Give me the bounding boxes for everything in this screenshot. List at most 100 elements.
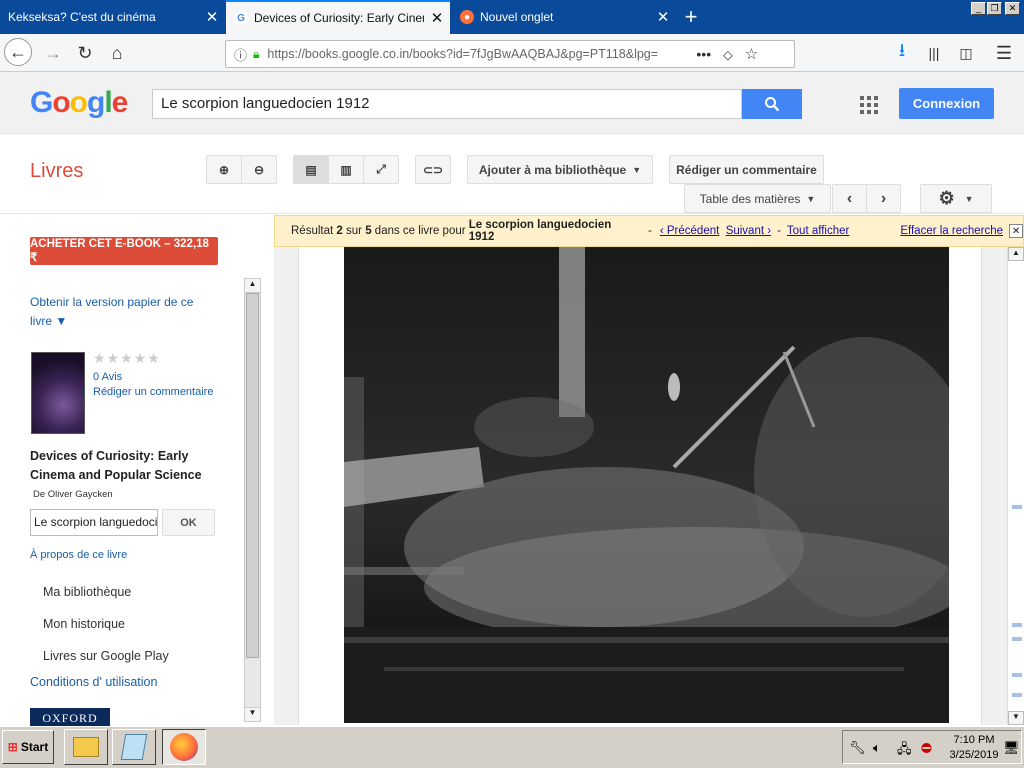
address-bar[interactable]: ⓘ 🔒︎ https://books.google.co.in/books?id… [225, 40, 795, 68]
google-logo[interactable]: Google [30, 86, 128, 120]
clock-date[interactable]: 3/25/2019 [946, 749, 1002, 761]
forward-button[interactable]: → [39, 39, 67, 67]
file-explorer-icon[interactable] [64, 729, 108, 765]
scroll-up-icon[interactable]: ▲ [1008, 247, 1024, 261]
search-button[interactable] [742, 89, 802, 119]
write-review-button[interactable]: Rédiger un commentaire [669, 155, 824, 184]
search-hit-marker[interactable] [1012, 673, 1022, 677]
library-icon[interactable]: ||| [920, 39, 948, 67]
close-icon[interactable]: ✕ [650, 8, 676, 26]
home-button[interactable]: ⌂ [103, 39, 131, 67]
desktop-icon[interactable]: 🖥︎ [1003, 740, 1020, 756]
window-close-button[interactable]: ✕ [1005, 2, 1020, 15]
result-sur: sur [346, 225, 362, 237]
sidebar-icon[interactable]: ◫ [952, 39, 980, 67]
tab-new[interactable]: ● Nouvel onglet ✕ [452, 0, 676, 34]
result-current: 2 [336, 225, 343, 237]
system-tray: 🔧︎ 🔈︎ 🖧 ⛔︎ 7:10 PM 3/25/2019 🖥︎ [842, 730, 1022, 764]
result-prefix: Résultat [291, 225, 334, 237]
chevron-right-icon: › [880, 189, 887, 207]
zoom-out-button[interactable]: ⊖ [241, 155, 277, 184]
maximize-button[interactable]: ❐ [987, 2, 1002, 15]
gear-icon: ⚙ [938, 188, 955, 208]
tools-icon[interactable]: 🔧︎ [849, 740, 866, 756]
security-icon[interactable]: ⛔︎ [921, 740, 932, 756]
menu-icon[interactable]: ☰ [990, 39, 1018, 67]
terms-link[interactable]: Conditions d' utilisation [30, 675, 157, 689]
chevron-down-icon: ▼ [964, 193, 974, 204]
search-hit-marker[interactable] [1012, 505, 1022, 509]
menu-item-history[interactable]: Mon historique [43, 617, 125, 631]
chevron-left-icon: ‹ [846, 189, 853, 207]
search-hit-marker[interactable] [1012, 623, 1022, 627]
tab-devices-of-curiosity[interactable]: G Devices of Curiosity: Early Cinema ✕ [226, 0, 450, 34]
folder-icon [73, 737, 99, 757]
write-review-link[interactable]: Rédiger un commentaire [93, 386, 213, 398]
fullscreen-button[interactable]: ⤢ [363, 155, 399, 184]
book-cover[interactable] [31, 352, 85, 434]
scroll-down-icon[interactable]: ▼ [1008, 711, 1024, 725]
tab-kekseksa[interactable]: Kekseksa? C'est du cinéma ✕ [0, 0, 225, 34]
publisher-logo[interactable]: OXFORD [30, 708, 110, 726]
firefox-icon [170, 733, 198, 761]
close-icon[interactable]: ✕ [199, 8, 225, 26]
start-label: Start [20, 740, 49, 754]
ok-button[interactable]: OK [162, 509, 215, 536]
buy-ebook-button[interactable]: ACHETER CET E-BOOK – 322,18 ₹ [30, 237, 218, 265]
rating-stars[interactable]: ★★★★★ [93, 350, 161, 367]
google-search-input[interactable]: Le scorpion languedocien 1912 [152, 89, 742, 119]
next-result-link[interactable]: Suivant › [726, 225, 771, 237]
clear-search-link[interactable]: Effacer la recherche [900, 225, 1003, 237]
signin-button[interactable]: Connexion [899, 88, 994, 119]
settings-button[interactable]: ⚙ ▼ [920, 184, 992, 213]
search-hit-marker[interactable] [1012, 637, 1022, 641]
volume-icon[interactable]: 🔈︎ [873, 740, 881, 756]
back-button[interactable]: ← [4, 38, 32, 66]
menu-item-google-play[interactable]: Livres sur Google Play [43, 649, 169, 663]
section-title[interactable]: Livres [30, 160, 83, 183]
url-text[interactable]: https://books.google.co.in/books?id=7fJg… [267, 47, 682, 61]
about-book-link[interactable]: À propos de ce livre [30, 549, 127, 561]
network-icon[interactable]: 🖧 [897, 740, 912, 762]
start-button[interactable]: ⊞ Start [2, 730, 54, 764]
info-icon[interactable]: ⓘ [234, 45, 247, 64]
search-hit-marker[interactable] [1012, 693, 1022, 697]
two-page-button[interactable]: ▥ [328, 155, 364, 184]
clock-time[interactable]: 7:10 PM [953, 734, 995, 746]
tab-label: Nouvel onglet [480, 10, 554, 24]
close-icon[interactable]: ✕ [1009, 224, 1024, 238]
reload-button[interactable]: ↻ [71, 39, 99, 67]
add-to-library-button[interactable]: Ajouter à ma bibliothèque ▼ [467, 155, 653, 184]
notepad-icon[interactable] [112, 729, 156, 765]
next-page-button[interactable]: › [866, 184, 901, 213]
result-total: 5 [365, 225, 372, 237]
search-in-book-input[interactable]: Le scorpion languedocien 1912 [30, 509, 158, 536]
link-button[interactable]: ⊂⊃ [415, 155, 451, 184]
single-page-button[interactable]: ▤ [293, 155, 329, 184]
previous-page-button[interactable]: ‹ [832, 184, 867, 213]
reviews-link[interactable]: 0 Avis [93, 371, 122, 383]
pocket-icon[interactable]: ◇ [723, 47, 733, 62]
scroll-up-icon[interactable]: ▲ [245, 279, 260, 293]
apps-grid-icon[interactable] [860, 96, 878, 114]
close-icon[interactable]: ✕ [424, 9, 450, 27]
zoom-in-button[interactable]: ⊕ [206, 155, 242, 184]
minimize-button[interactable]: _ [971, 2, 986, 15]
sidebar-scrollbar[interactable]: ▲ ▼ [244, 278, 261, 722]
bookmark-star-icon[interactable]: ☆ [745, 45, 758, 63]
page-actions-icon[interactable]: ••• [696, 46, 711, 62]
firefox-taskbar-button[interactable] [162, 729, 206, 765]
previous-result-link[interactable]: ‹ Précédent [660, 225, 719, 237]
paper-version-link[interactable]: Obtenir la version papier de ce livre ▼ [30, 293, 215, 331]
scrollbar-thumb[interactable] [246, 293, 259, 658]
chevron-down-icon: ▼ [632, 164, 642, 175]
windows-logo-icon: ⊞ [7, 740, 18, 754]
scroll-down-icon[interactable]: ▼ [245, 707, 260, 721]
show-all-link[interactable]: Tout afficher [787, 225, 849, 237]
table-of-contents-button[interactable]: Table des matières ▼ [684, 184, 831, 213]
link-icon: ⊂⊃ [422, 162, 444, 177]
viewer-scrollbar[interactable]: ▲ ▼ [1007, 247, 1024, 725]
menu-item-my-library[interactable]: Ma bibliothèque [43, 585, 131, 599]
new-tab-button[interactable]: + [676, 0, 706, 34]
downloads-icon[interactable]: ⭳ [888, 39, 916, 67]
